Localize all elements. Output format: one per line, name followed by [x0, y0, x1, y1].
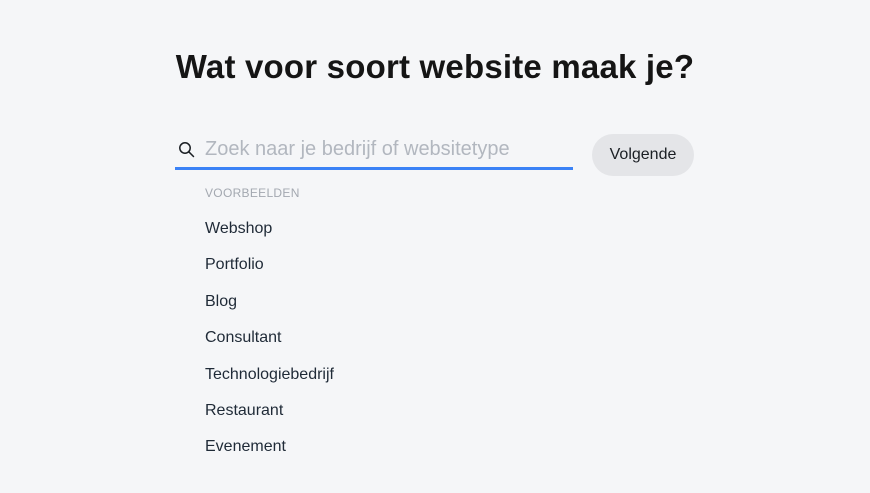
suggestion-item-blog[interactable]: Blog [205, 291, 334, 327]
suggestion-list: Webshop Portfolio Blog Consultant Techno… [205, 218, 334, 473]
suggestion-item-webshop[interactable]: Webshop [205, 218, 334, 254]
page-title: Wat voor soort website maak je? [175, 48, 695, 85]
suggestion-item-consultant[interactable]: Consultant [205, 327, 334, 363]
suggestion-item-evenement[interactable]: Evenement [205, 436, 334, 472]
search-icon [179, 142, 195, 158]
suggestion-item-restaurant[interactable]: Restaurant [205, 400, 334, 436]
search-field [175, 128, 573, 170]
examples-heading: VOORBEELDEN [205, 186, 300, 200]
search-input[interactable] [205, 134, 565, 164]
next-button[interactable]: Volgende [592, 134, 694, 176]
suggestion-item-technologiebedrijf[interactable]: Technologiebedrijf [205, 364, 334, 400]
suggestion-item-portfolio[interactable]: Portfolio [205, 254, 334, 290]
page: Wat voor soort website maak je? Volgende… [0, 0, 870, 493]
